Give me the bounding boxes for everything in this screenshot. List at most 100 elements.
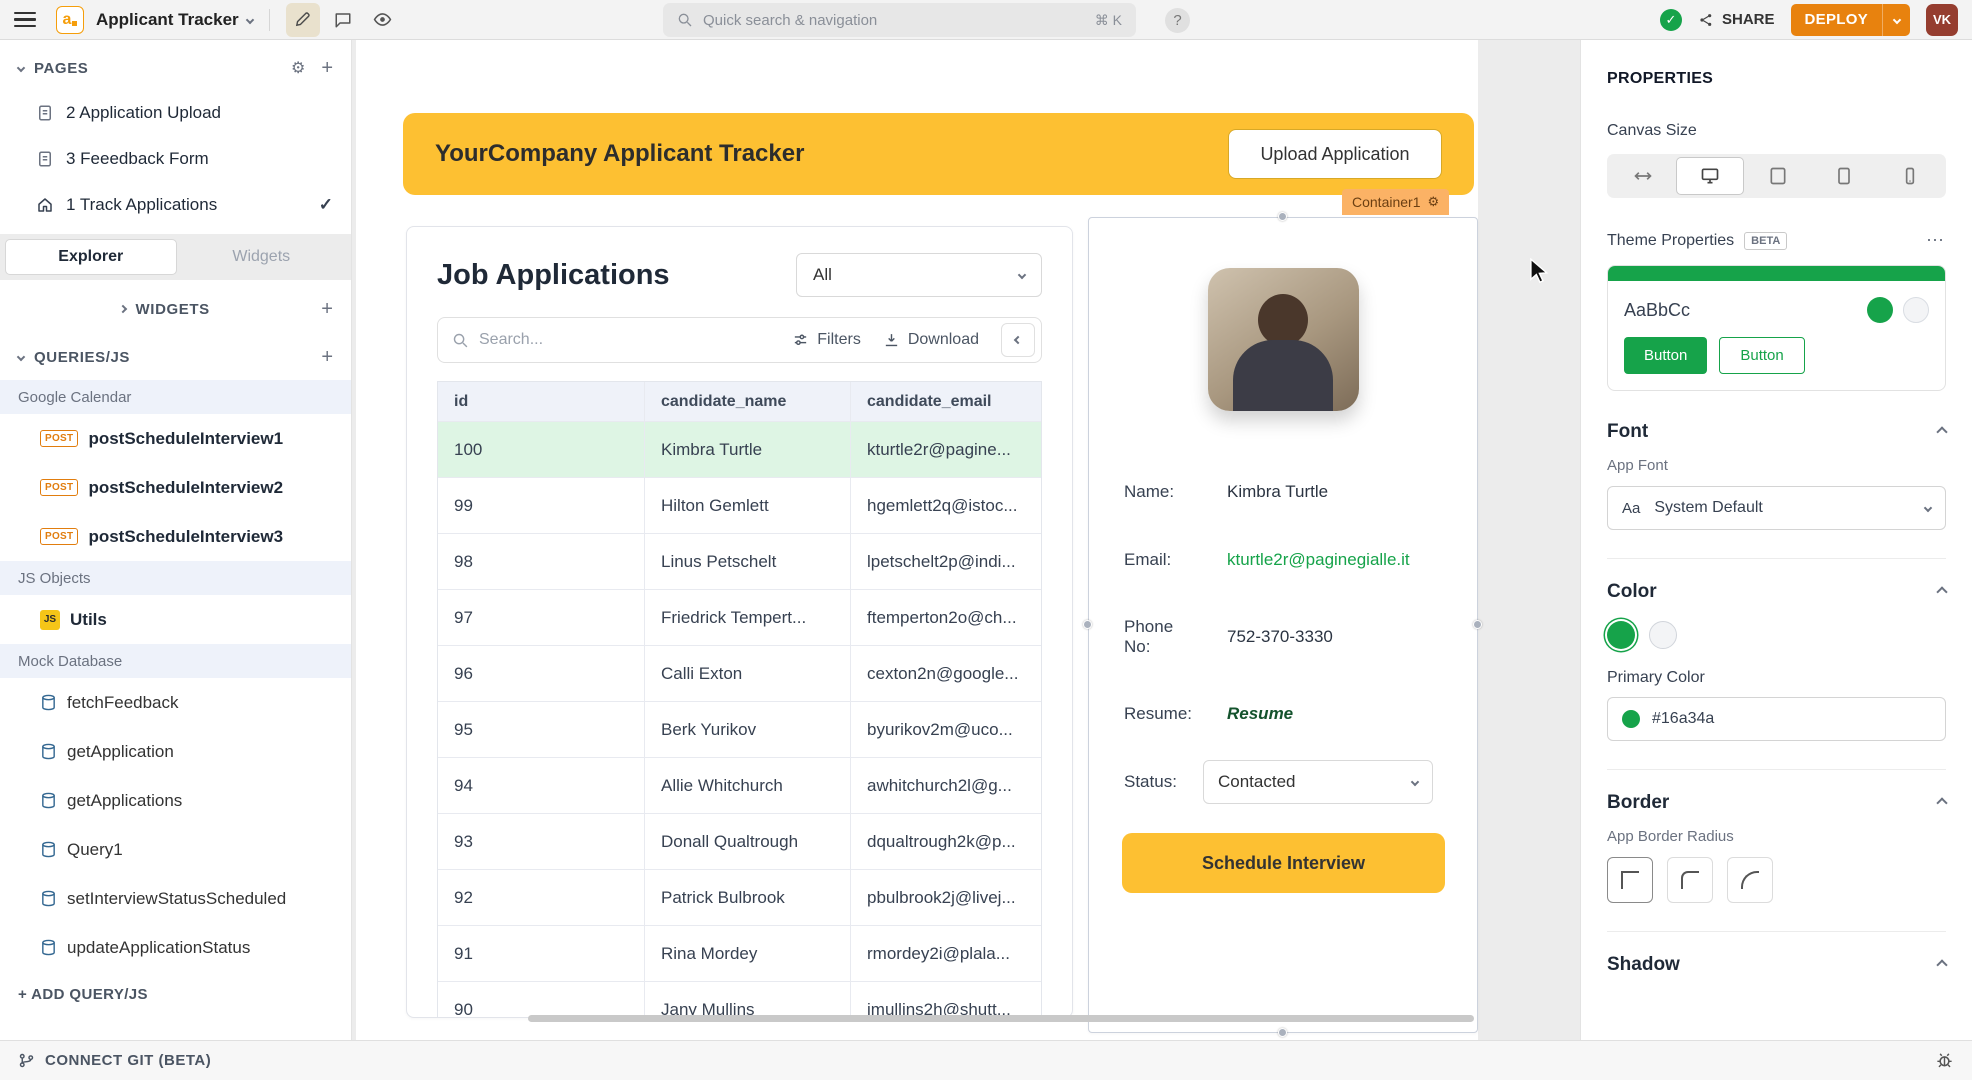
add-query-button[interactable]: + (321, 347, 333, 367)
query-postScheduleInterview1[interactable]: POST postScheduleInterview1 (0, 414, 351, 463)
chevron-up-icon (1936, 586, 1947, 597)
queries-collapse-chevron[interactable] (17, 353, 25, 361)
table-row[interactable]: 99Hilton Gemletthgemlett2q@istoc... (438, 478, 1041, 534)
status-select[interactable]: Contacted (1203, 760, 1433, 804)
table-row[interactable]: 90Jany Mullinsjmullins2h@shutt... (438, 982, 1041, 1018)
canvas-size-tablet[interactable] (1811, 157, 1877, 195)
table-row[interactable]: 93Donall Qualtroughdqualtrough2k@p... (438, 814, 1041, 870)
query-fetchFeedback[interactable]: fetchFeedback (0, 678, 351, 727)
comment-icon (334, 11, 352, 29)
app-header-banner: YourCompany Applicant Tracker Upload App… (403, 113, 1474, 195)
query-postScheduleInterview3[interactable]: POST postScheduleInterview3 (0, 512, 351, 561)
help-button[interactable]: ? (1165, 8, 1190, 33)
query-setInterviewStatusScheduled[interactable]: setInterviewStatusScheduled (0, 874, 351, 923)
share-label: SHARE (1722, 11, 1775, 28)
preview-button[interactable] (366, 3, 400, 37)
primary-color-swatch[interactable] (1607, 621, 1635, 649)
table-row[interactable]: 100Kimbra Turtlekturtle2r@pagine... (438, 422, 1041, 478)
column-header-candidate-name[interactable]: candidate_name (645, 382, 851, 421)
chevron-up-icon (1936, 426, 1947, 437)
add-page-button[interactable]: + (321, 58, 333, 78)
candidate-detail-container[interactable]: Name: Kimbra Turtle Email: kturtle2r@pag… (1088, 217, 1478, 1033)
deploy-button[interactable]: DEPLOY (1791, 4, 1910, 36)
download-icon (883, 332, 900, 349)
js-object-utils[interactable]: JS Utils (0, 595, 351, 644)
table-row[interactable]: 94Allie Whitchurchawhitchurch2l@g... (438, 758, 1041, 814)
collapse-pane-button[interactable] (1001, 323, 1035, 357)
app-artboard: YourCompany Applicant Tracker Upload App… (356, 40, 1478, 1040)
pages-settings-gear-icon[interactable]: ⚙ (291, 58, 305, 78)
sidebar-page-feedback-form[interactable]: 3 Feeedback Form (0, 136, 351, 182)
applications-table: id candidate_name candidate_email 100Kim… (437, 381, 1042, 1018)
table-row[interactable]: 91Rina Mordeyrmordey2i@plala... (438, 926, 1041, 982)
border-section-header[interactable]: Border (1607, 792, 1946, 814)
radius-rounded-option[interactable] (1667, 857, 1713, 903)
column-header-candidate-email[interactable]: candidate_email (851, 382, 1041, 421)
color-section-header[interactable]: Color (1607, 581, 1946, 603)
canvas-size-tablet-large[interactable] (1744, 157, 1810, 195)
email-value[interactable]: kturtle2r@paginegialle.it (1227, 550, 1410, 570)
table-row[interactable]: 96Calli Extoncexton2n@google... (438, 646, 1041, 702)
upload-application-button[interactable]: Upload Application (1228, 129, 1442, 179)
comments-button[interactable] (326, 3, 360, 37)
resize-handle-left[interactable] (1083, 620, 1092, 629)
query-updateApplicationStatus[interactable]: updateApplicationStatus (0, 923, 351, 972)
shadow-section-header[interactable]: Shadow (1607, 954, 1946, 976)
deploy-dropdown[interactable] (1882, 4, 1910, 36)
table-row[interactable]: 92Patrick Bulbrookpbulbrook2j@livej... (438, 870, 1041, 926)
debug-button[interactable] (1935, 1051, 1954, 1070)
quick-search[interactable]: ⌘ K (663, 3, 1136, 37)
canvas-size-fluid[interactable] (1610, 157, 1676, 195)
schedule-interview-button[interactable]: Schedule Interview (1122, 833, 1445, 893)
font-section-header[interactable]: Font (1607, 421, 1946, 443)
resize-handle-right[interactable] (1473, 620, 1482, 629)
widget-settings-gear-icon[interactable]: ⚙ (1428, 194, 1440, 210)
table-row[interactable]: 97Friedrick Tempert...ftemperton2o@ch... (438, 590, 1041, 646)
horizontal-scrollbar[interactable] (528, 1015, 1474, 1022)
radius-round-option[interactable] (1727, 857, 1773, 903)
share-button[interactable]: SHARE (1698, 11, 1775, 28)
tab-widgets[interactable]: Widgets (177, 239, 347, 275)
app-title-chevron-down-icon[interactable] (245, 15, 253, 23)
column-header-id[interactable]: id (438, 382, 645, 421)
app-font-select[interactable]: Aa System Default (1607, 486, 1946, 530)
status-filter-select[interactable]: All (796, 253, 1042, 297)
quick-search-input[interactable] (703, 12, 1085, 29)
sidebar-page-track-applications[interactable]: 1 Track Applications ✓ (0, 182, 351, 228)
radius-sharp-option[interactable] (1607, 857, 1653, 903)
connect-git-button[interactable]: CONNECT GIT (BETA) (18, 1052, 211, 1069)
canvas-size-mobile[interactable] (1877, 157, 1943, 195)
app-title[interactable]: Applicant Tracker (96, 10, 239, 30)
user-avatar[interactable]: VK (1926, 4, 1958, 36)
table-search-input[interactable] (479, 331, 782, 349)
background-color-swatch[interactable] (1649, 621, 1677, 649)
theme-preview-card[interactable]: AaBbCc Button Button (1607, 265, 1946, 391)
resume-link[interactable]: Resume (1227, 704, 1293, 724)
filters-button[interactable]: Filters (792, 331, 861, 349)
download-button[interactable]: Download (883, 331, 979, 349)
canvas-size-desktop[interactable] (1676, 157, 1744, 195)
pages-collapse-chevron[interactable] (17, 64, 25, 72)
edit-mode-button[interactable] (286, 3, 320, 37)
query-getApplication[interactable]: getApplication (0, 727, 351, 776)
add-widget-button[interactable]: + (321, 299, 333, 319)
selected-widget-tag[interactable]: Container1 ⚙ (1342, 189, 1449, 215)
widgets-collapse-chevron[interactable] (118, 305, 126, 313)
hamburger-menu-icon[interactable] (14, 12, 36, 28)
table-row[interactable]: 95Berk Yurikovbyurikov2m@uco... (438, 702, 1041, 758)
tab-explorer[interactable]: Explorer (5, 239, 177, 275)
theme-secondary-button-preview: Button (1719, 337, 1804, 374)
query-getApplications[interactable]: getApplications (0, 776, 351, 825)
divider (1607, 931, 1946, 932)
resize-handle-bottom[interactable] (1278, 1028, 1287, 1037)
query-postScheduleInterview2[interactable]: POST postScheduleInterview2 (0, 463, 351, 512)
group-js-objects: JS Objects (0, 561, 351, 595)
query-query1[interactable]: Query1 (0, 825, 351, 874)
query-label: updateApplicationStatus (67, 938, 250, 958)
primary-color-field[interactable]: #16a34a (1607, 697, 1946, 741)
add-query-js-button[interactable]: + ADD QUERY/JS (0, 972, 351, 1017)
sidebar-page-application-upload[interactable]: 2 Application Upload (0, 90, 351, 136)
table-row[interactable]: 98Linus Petscheltlpetschelt2p@indi... (438, 534, 1041, 590)
resize-handle-top[interactable] (1278, 212, 1287, 221)
theme-menu-button[interactable]: ⋯ (1926, 230, 1946, 251)
